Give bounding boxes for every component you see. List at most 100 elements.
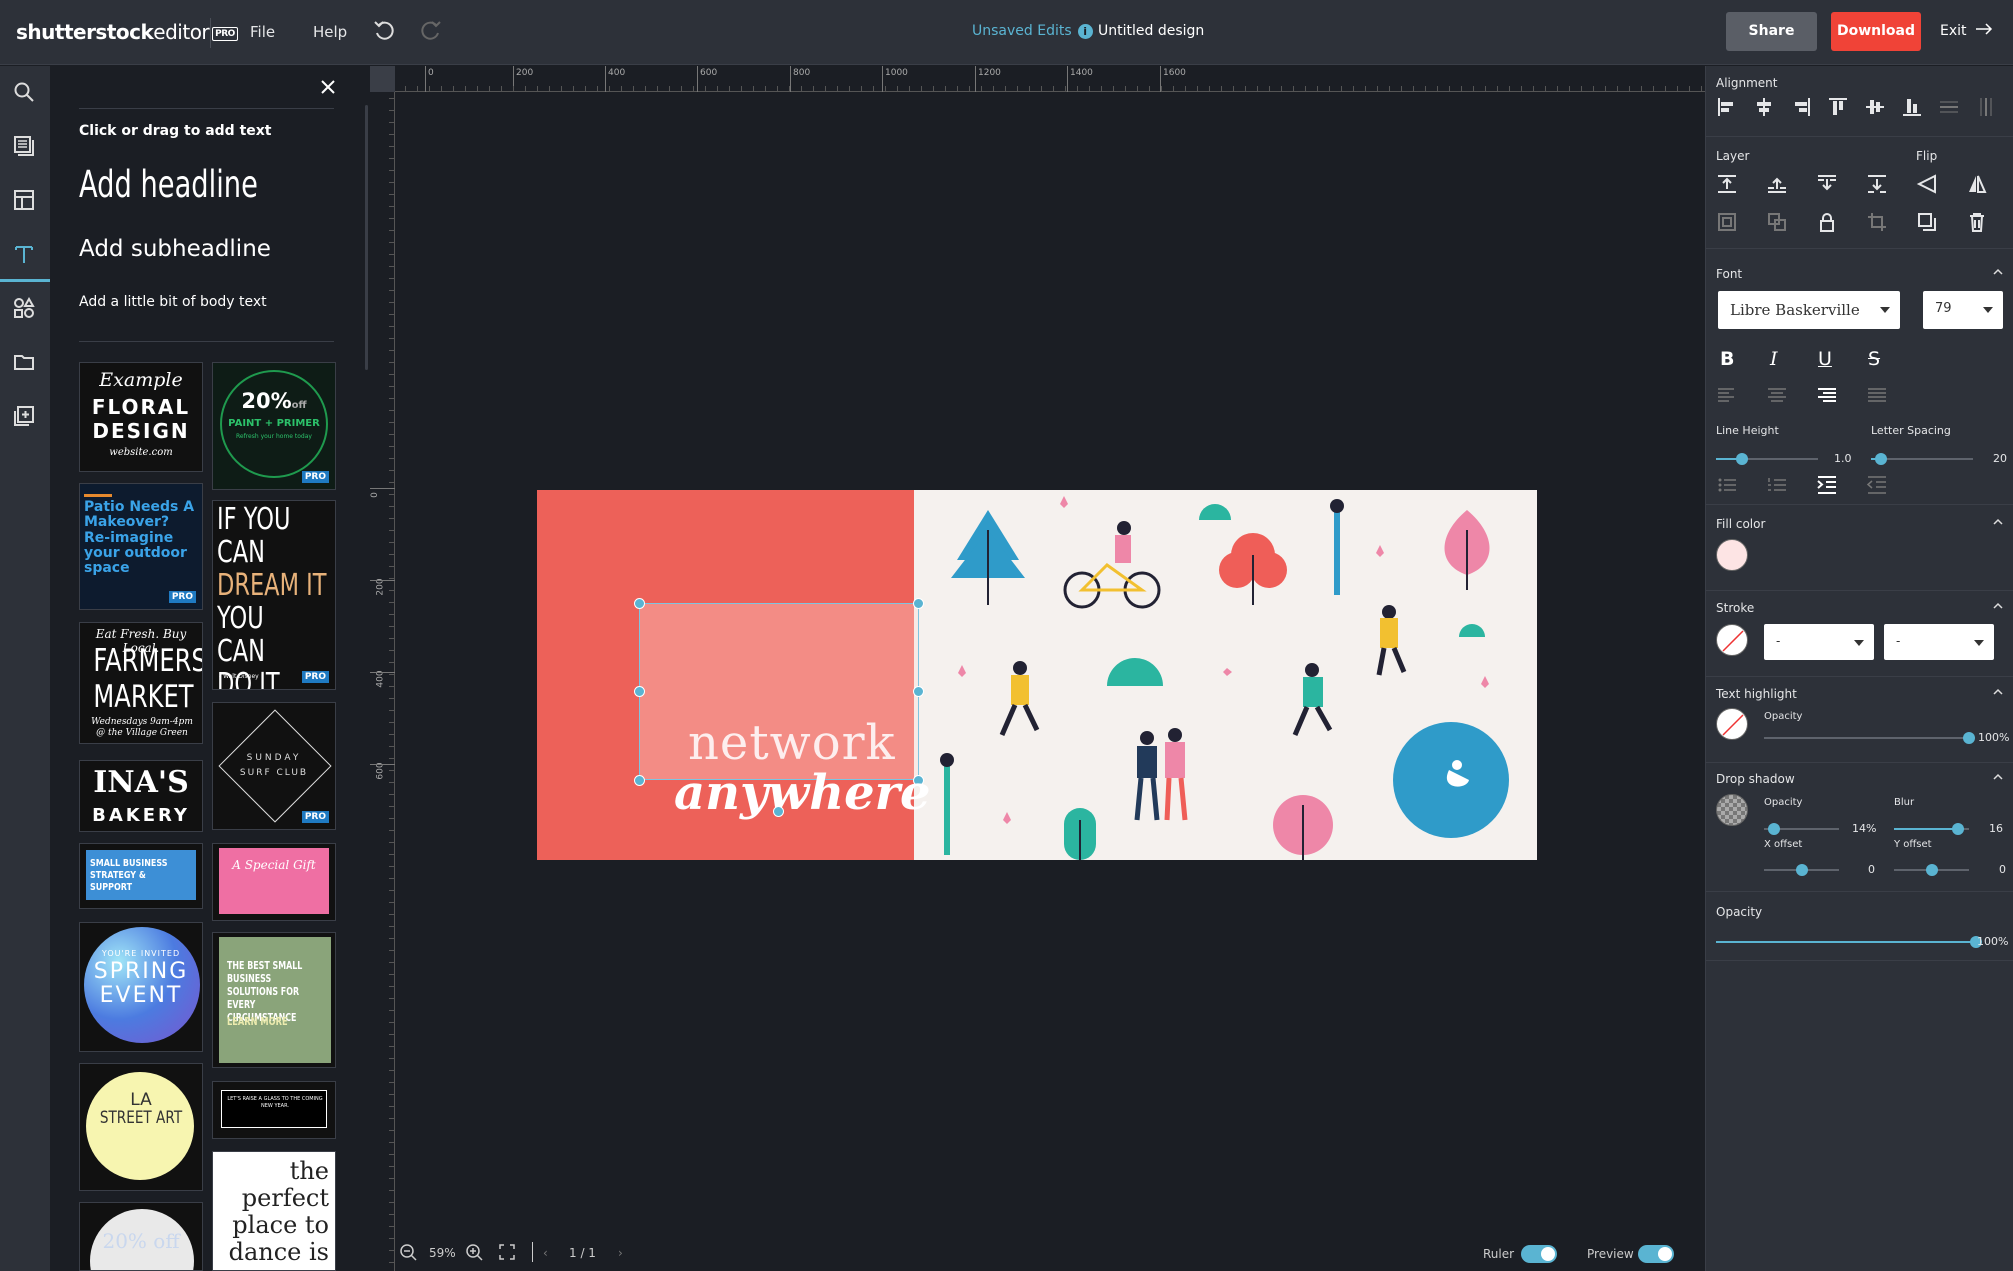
share-button[interactable]: Share xyxy=(1726,12,1817,51)
search-tool[interactable] xyxy=(0,66,50,120)
distribute-h-icon[interactable] xyxy=(1938,96,1960,118)
redo-icon[interactable] xyxy=(418,18,444,44)
blur-slider[interactable] xyxy=(1894,823,1969,835)
template-la-street-art[interactable]: LA STREET ART xyxy=(79,1063,203,1191)
template-farmers-market[interactable]: Eat Fresh. Buy Local. FARMERS MARKET Wed… xyxy=(79,622,203,744)
x-offset-slider[interactable] xyxy=(1764,864,1839,876)
underline-icon[interactable]: U xyxy=(1818,348,1832,370)
stroke-width-select[interactable]: - xyxy=(1764,624,1874,660)
panel-scrollbar[interactable] xyxy=(365,105,368,370)
italic-icon[interactable]: I xyxy=(1770,348,1778,370)
send-backward-icon[interactable] xyxy=(1816,173,1838,195)
resize-handle-right[interactable] xyxy=(913,686,924,697)
brand-logo[interactable]: shutterstockeditor PRO xyxy=(16,20,238,44)
template-perfect-place[interactable]: the perfect place to dance is xyxy=(212,1151,336,1271)
template-inas-bakery[interactable]: INA'S BAKERY xyxy=(79,760,203,832)
menu-file[interactable]: File xyxy=(250,23,275,41)
undo-icon[interactable] xyxy=(371,18,397,44)
template-paint-primer[interactable]: 20%off PAINT + PRIMER Refresh your home … xyxy=(212,362,336,490)
align-bottom-icon[interactable] xyxy=(1901,96,1923,118)
text-align-justify-icon[interactable] xyxy=(1866,384,1888,406)
add-body-text-button[interactable]: Add a little bit of body text xyxy=(79,294,267,310)
bring-forward-icon[interactable] xyxy=(1766,173,1788,195)
preview-toggle[interactable] xyxy=(1638,1245,1674,1263)
design-text-anywhere[interactable]: anywhere xyxy=(674,765,930,821)
shadow-color-swatch[interactable] xyxy=(1716,794,1748,826)
template-dream-it[interactable]: IF YOU CAN DREAM IT YOU CAN DO IT - Walt… xyxy=(212,500,336,690)
bullet-list-icon[interactable] xyxy=(1716,474,1738,496)
highlight-opacity-slider[interactable] xyxy=(1764,732,1975,744)
resize-handle-bottom-left[interactable] xyxy=(634,775,645,786)
text-tool[interactable] xyxy=(0,228,50,282)
template-twenty-off[interactable]: 20% off xyxy=(79,1202,203,1271)
distribute-v-icon[interactable] xyxy=(1975,96,1997,118)
ungroup-icon[interactable] xyxy=(1766,211,1788,233)
close-icon[interactable] xyxy=(320,76,336,101)
zoom-level[interactable]: 59% xyxy=(429,1246,456,1260)
elements-tool[interactable] xyxy=(0,282,50,336)
template-surf-club[interactable]: SUNDAY SURF CLUB PRO xyxy=(212,702,336,830)
align-center-h-icon[interactable] xyxy=(1753,96,1775,118)
lock-icon[interactable] xyxy=(1816,211,1838,233)
prev-page-icon[interactable]: ‹ xyxy=(543,1246,548,1260)
fill-color-swatch[interactable] xyxy=(1716,539,1748,571)
template-spring-event[interactable]: YOU'RE INVITED SPRING EVENT xyxy=(79,922,203,1052)
exit-button[interactable]: Exit xyxy=(1940,23,1993,39)
zoom-out-icon[interactable] xyxy=(399,1243,417,1261)
text-align-left-icon[interactable] xyxy=(1716,384,1738,406)
font-family-select[interactable]: Libre Baskerville xyxy=(1718,291,1900,329)
trash-icon[interactable] xyxy=(1966,211,1988,233)
y-offset-slider[interactable] xyxy=(1894,864,1969,876)
add-headline-button[interactable]: Add headline xyxy=(79,163,258,206)
duplicate-icon[interactable] xyxy=(1916,211,1938,233)
template-raise-glass[interactable]: LET'S RAISE A GLASS TO THE COMING NEW YE… xyxy=(212,1081,336,1139)
unsaved-edits-status[interactable]: Unsaved Edits i xyxy=(972,23,1093,39)
stroke-color-swatch[interactable] xyxy=(1716,624,1748,656)
collapse-icon[interactable] xyxy=(1993,772,2003,782)
crop-icon[interactable] xyxy=(1866,211,1888,233)
fit-screen-icon[interactable] xyxy=(499,1244,515,1260)
stroke-style-select[interactable]: - xyxy=(1884,624,1994,660)
template-small-business[interactable]: SMALL BUSINESS STRATEGY & SUPPORT xyxy=(79,843,203,909)
align-right-icon[interactable] xyxy=(1790,96,1812,118)
menu-help[interactable]: Help xyxy=(313,23,347,41)
resize-handle-top-left[interactable] xyxy=(634,598,645,609)
info-icon[interactable]: i xyxy=(1077,24,1093,39)
ruler-toggle[interactable] xyxy=(1521,1245,1557,1263)
flip-horizontal-icon[interactable] xyxy=(1916,173,1938,195)
letter-spacing-slider[interactable] xyxy=(1871,453,1973,465)
template-floral[interactable]: Example FLORAL DESIGN website.com xyxy=(79,362,203,472)
layouts-tool[interactable] xyxy=(0,174,50,228)
pages-tool[interactable] xyxy=(0,390,50,444)
align-left-icon[interactable] xyxy=(1716,96,1738,118)
template-best-solutions[interactable]: THE BEST SMALL BUSINESS SOLUTIONS FOR EV… xyxy=(212,932,336,1068)
font-size-select[interactable]: 79 xyxy=(1923,291,2003,329)
collapse-icon[interactable] xyxy=(1993,601,2003,611)
resize-handle-left[interactable] xyxy=(634,686,645,697)
numbered-list-icon[interactable] xyxy=(1766,474,1788,496)
templates-tool[interactable] xyxy=(0,120,50,174)
align-top-icon[interactable] xyxy=(1827,96,1849,118)
rotate-handle[interactable] xyxy=(773,806,784,817)
uploads-tool[interactable] xyxy=(0,336,50,390)
template-special-gift[interactable]: A Special Gift xyxy=(212,843,336,921)
bring-to-front-icon[interactable] xyxy=(1716,173,1738,195)
outdent-icon[interactable] xyxy=(1866,474,1888,496)
highlight-color-swatch[interactable] xyxy=(1716,708,1748,740)
design-title[interactable]: Untitled design xyxy=(1098,23,1204,39)
download-button[interactable]: Download xyxy=(1831,12,1921,51)
collapse-icon[interactable] xyxy=(1993,517,2003,527)
next-page-icon[interactable]: › xyxy=(618,1246,623,1260)
template-patio[interactable]: Patio Needs A Makeover? Re-imagine your … xyxy=(79,483,203,610)
collapse-icon[interactable] xyxy=(1993,267,2003,277)
bold-icon[interactable]: B xyxy=(1720,348,1734,370)
text-align-right-icon[interactable] xyxy=(1816,384,1838,406)
resize-handle-top-right[interactable] xyxy=(913,598,924,609)
align-middle-v-icon[interactable] xyxy=(1864,96,1886,118)
add-subheadline-button[interactable]: Add subheadline xyxy=(79,236,271,262)
text-align-center-icon[interactable] xyxy=(1766,384,1788,406)
indent-icon[interactable] xyxy=(1816,474,1838,496)
line-height-slider[interactable] xyxy=(1716,453,1818,465)
group-icon[interactable] xyxy=(1716,211,1738,233)
design-text-network[interactable]: network xyxy=(688,715,896,771)
